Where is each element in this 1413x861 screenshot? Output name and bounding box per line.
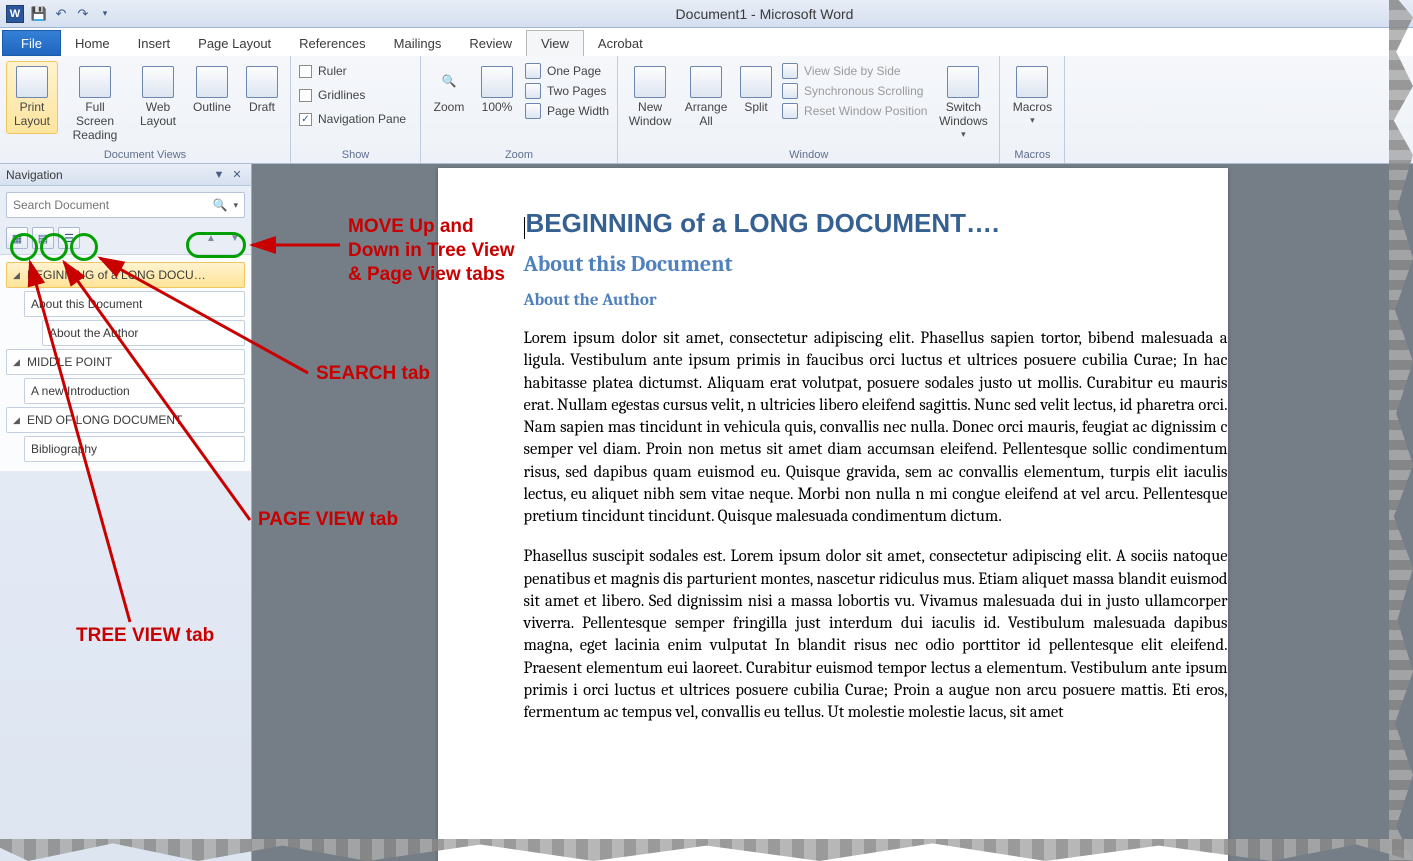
nav-tab-page-view[interactable]: ▤	[32, 227, 54, 249]
search-box[interactable]: 🔍 ▾	[6, 192, 245, 218]
navigation-tree: ◢BEGINNING of a LONG DOCU… About this Do…	[0, 254, 251, 471]
tree-item[interactable]: Bibliography	[24, 436, 245, 462]
document-page[interactable]: BEGINNING of a LONG DOCUMENT…. About thi…	[438, 168, 1228, 861]
new-window-button[interactable]: New Window	[624, 61, 676, 134]
gridlines-checkbox[interactable]: Gridlines	[297, 85, 367, 105]
tab-page-layout[interactable]: Page Layout	[184, 30, 285, 56]
search-input[interactable]	[13, 198, 207, 212]
tab-references[interactable]: References	[285, 30, 379, 56]
reset-window-position-button: Reset Window Position	[780, 101, 929, 121]
tab-insert[interactable]: Insert	[124, 30, 185, 56]
heading-1: BEGINNING of a LONG DOCUMENT….	[524, 208, 1228, 239]
switch-windows-button[interactable]: Switch Windows▾	[933, 61, 993, 144]
navigation-pane: Navigation ▼ ✕ 🔍 ▾ ▦ ▤ ☰ ▲ ▼ ◢BEGINNING …	[0, 164, 252, 861]
tab-view[interactable]: View	[526, 30, 584, 56]
group-label-zoom: Zoom	[427, 147, 611, 161]
tree-item[interactable]: About this Document	[24, 291, 245, 317]
two-pages-icon	[525, 83, 541, 99]
document-canvas: BEGINNING of a LONG DOCUMENT…. About thi…	[252, 164, 1413, 861]
nav-next-button[interactable]: ▼	[226, 229, 244, 247]
qat-redo-icon[interactable]: ↷	[72, 3, 94, 25]
tab-home[interactable]: Home	[61, 30, 124, 56]
tree-item[interactable]: ◢BEGINNING of a LONG DOCU…	[6, 262, 245, 288]
nav-tab-tree-view[interactable]: ▦	[6, 227, 28, 249]
qat-undo-icon[interactable]: ↶	[50, 3, 72, 25]
tab-review[interactable]: Review	[455, 30, 526, 56]
heading-3: About the Author	[524, 291, 1228, 310]
ribbon-tabs: File Home Insert Page Layout References …	[0, 28, 1413, 56]
group-label-document-views: Document Views	[6, 147, 284, 161]
window-title: Document1 - Microsoft Word	[116, 6, 1413, 22]
draft-button[interactable]: Draft	[240, 61, 284, 120]
two-pages-button[interactable]: Two Pages	[523, 81, 611, 101]
navigation-title: Navigation	[6, 168, 63, 182]
sync-scroll-icon	[782, 83, 798, 99]
arrange-all-button[interactable]: Arrange All	[680, 61, 732, 134]
zoom-button[interactable]: 🔍Zoom	[427, 61, 471, 120]
zoom-100-icon	[481, 66, 513, 98]
word-app-icon: W	[6, 5, 24, 23]
tree-item[interactable]: ◢MIDDLE POINT	[6, 349, 245, 375]
draft-icon	[246, 66, 278, 98]
outline-icon	[196, 66, 228, 98]
switch-windows-icon	[947, 66, 979, 98]
group-label-window: Window	[624, 147, 993, 161]
caret-icon: ◢	[13, 415, 23, 426]
synchronous-scrolling-button: Synchronous Scrolling	[780, 81, 929, 101]
zoom-100-button[interactable]: 100%	[475, 61, 519, 120]
caret-icon: ◢	[13, 357, 23, 368]
new-window-icon	[634, 66, 666, 98]
qat-customize-icon[interactable]: ▾	[94, 3, 116, 25]
navigation-pane-checkbox[interactable]: ✓Navigation Pane	[297, 109, 408, 129]
ruler-checkbox[interactable]: Ruler	[297, 61, 349, 81]
reset-pos-icon	[782, 103, 798, 119]
magnifier-icon: 🔍	[433, 66, 465, 98]
file-tab[interactable]: File	[2, 30, 61, 56]
check-icon: ✓	[299, 113, 312, 126]
page-width-button[interactable]: Page Width	[523, 101, 611, 121]
arrange-icon	[690, 66, 722, 98]
print-layout-icon	[16, 66, 48, 98]
tree-item[interactable]: ◢END OF LONG DOCUMENT	[6, 407, 245, 433]
tree-item[interactable]: A new Introduction	[24, 378, 245, 404]
macros-icon	[1016, 66, 1048, 98]
title-bar: W 💾 ↶ ↷ ▾ Document1 - Microsoft Word	[0, 0, 1413, 28]
print-layout-button[interactable]: Print Layout	[6, 61, 58, 134]
web-layout-label: Web Layout	[135, 101, 181, 129]
view-side-by-side-button: View Side by Side	[780, 61, 929, 81]
full-screen-label: Full Screen Reading	[65, 101, 125, 142]
page-width-icon	[525, 103, 541, 119]
group-label-show: Show	[297, 147, 414, 161]
macros-button[interactable]: Macros▾	[1006, 61, 1058, 130]
caret-icon: ◢	[13, 270, 23, 281]
nav-prev-button[interactable]: ▲	[202, 229, 220, 247]
one-page-icon	[525, 63, 541, 79]
nav-tab-search-results[interactable]: ☰	[58, 227, 80, 249]
nav-dropdown-icon[interactable]: ▼	[211, 167, 227, 183]
heading-2: About this Document	[524, 251, 1228, 277]
side-by-side-icon	[782, 63, 798, 79]
split-icon	[740, 66, 772, 98]
nav-close-icon[interactable]: ✕	[229, 167, 245, 183]
body-paragraph: Lorem ipsum dolor sit amet, consectetur …	[524, 328, 1228, 528]
tab-mailings[interactable]: Mailings	[380, 30, 456, 56]
full-screen-icon	[79, 66, 111, 98]
body-paragraph: Phasellus suscipit sodales est. Lorem ip…	[524, 546, 1228, 724]
web-layout-button[interactable]: Web Layout	[132, 61, 184, 134]
draft-label: Draft	[249, 101, 275, 115]
split-button[interactable]: Split	[736, 61, 776, 120]
one-page-button[interactable]: One Page	[523, 61, 611, 81]
web-layout-icon	[142, 66, 174, 98]
qat-save-icon[interactable]: 💾	[28, 3, 50, 25]
group-label-macros: Macros	[1006, 147, 1058, 161]
full-screen-reading-button[interactable]: Full Screen Reading	[62, 61, 128, 147]
search-dropdown-icon[interactable]: ▾	[233, 200, 238, 211]
tree-item[interactable]: About the Author	[42, 320, 245, 346]
search-icon[interactable]: 🔍	[213, 198, 228, 212]
outline-label: Outline	[193, 101, 231, 115]
tab-acrobat[interactable]: Acrobat	[584, 30, 657, 56]
ribbon: Print Layout Full Screen Reading Web Lay…	[0, 56, 1413, 164]
print-layout-label: Print Layout	[9, 101, 55, 129]
outline-button[interactable]: Outline	[188, 61, 236, 120]
